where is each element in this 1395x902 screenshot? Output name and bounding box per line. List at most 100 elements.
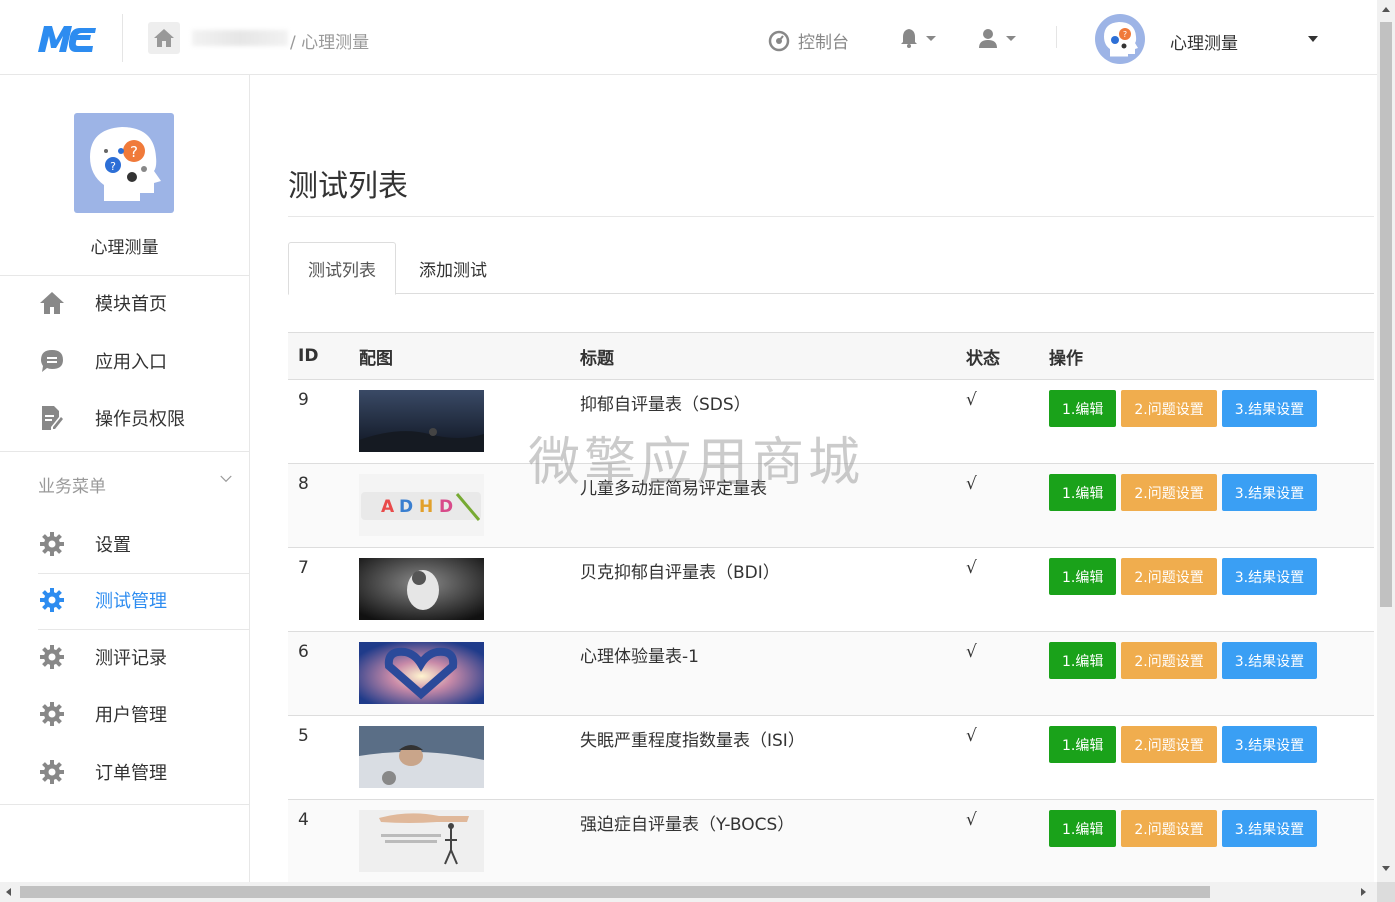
logo-icon[interactable] [36,22,100,56]
row-status: √ [956,463,1039,548]
section-label: 业务菜单 [38,477,106,497]
question-settings-button[interactable]: 2.问题设置 [1121,642,1217,679]
row-title: 心理体验量表-1 [570,631,956,716]
column-header: 状态 [956,332,1039,380]
result-settings-button[interactable]: 3.结果设置 [1221,474,1318,511]
row-status: √ [956,715,1039,800]
breadcrumb-blurred [192,30,288,46]
scroll-right-icon[interactable] [1361,888,1366,896]
sidebar-item-settings[interactable]: 设置 [0,516,249,572]
bell-icon [901,29,917,48]
row-image [349,631,570,716]
sidebar-item-users[interactable]: 用户管理 [0,686,249,742]
svg-text:?: ? [110,160,116,173]
row-actions: 1.编辑 2.问题设置 3.结果设置 [1039,379,1374,464]
user-name[interactable]: 心理测量 [1170,29,1238,54]
table-header-row: ID 配图 标题 状态 操作 [288,332,1374,380]
row-title: 强迫症自评量表（Y-BOCS） [570,799,956,884]
question-settings-button[interactable]: 2.问题设置 [1121,726,1217,763]
user-icon [979,29,997,48]
gear-icon [38,586,66,614]
result-settings-button[interactable]: 3.结果设置 [1221,558,1318,595]
row-image [349,547,570,632]
home-icon [38,289,66,317]
dashboard-icon [768,30,790,51]
edit-button[interactable]: 1.编辑 [1049,642,1117,679]
sad-person-image [359,558,484,620]
test-table: ID 配图 标题 状态 操作 9 抑郁自评量表（SDS） √ 1.编辑 2.问题… [288,332,1374,884]
edit-button[interactable]: 1.编辑 [1049,810,1117,847]
result-settings-button[interactable]: 3.结果设置 [1221,726,1318,763]
row-image: A D H D [349,463,570,548]
row-title: 抑郁自评量表（SDS） [570,379,956,464]
scroll-up-icon[interactable] [1382,7,1390,12]
user-dropdown[interactable] [978,28,1016,48]
home-button[interactable] [148,22,180,54]
tab-test-list[interactable]: 测试列表 [288,242,396,295]
svg-text:?: ? [1123,30,1127,39]
edit-button[interactable]: 1.编辑 [1049,558,1117,595]
chevron-down-icon[interactable] [1308,36,1318,42]
question-settings-button[interactable]: 2.问题设置 [1121,810,1217,847]
sidebar-item-label: 应用入口 [95,352,167,373]
row-actions: 1.编辑 2.问题设置 3.结果设置 [1039,715,1374,800]
sidebar-item-label: 测评记录 [95,648,167,669]
question-settings-button[interactable]: 2.问题设置 [1121,558,1217,595]
sidebar-item-label: 用户管理 [95,705,167,726]
table-row: 5 失眠严重程度指数量表（ISI） √ 1.编辑 2.问题设置 3.结果设置 [288,715,1374,800]
sidebar-item-permissions[interactable]: 操作员权限 [0,390,249,446]
result-settings-button[interactable]: 3.结果设置 [1221,390,1318,427]
svg-text:A: A [381,497,395,517]
table-row: 9 抑郁自评量表（SDS） √ 1.编辑 2.问题设置 3.结果设置 [288,379,1374,464]
tab-bar: 测试列表 添加测试 [288,242,1374,295]
chevron-down-icon[interactable] [220,473,232,485]
row-id: 8 [288,463,349,548]
sidebar-item-label: 操作员权限 [95,409,185,430]
table-row: 4 强迫症自评量表（Y-BOCS） √ 1.编辑 2.问题设置 3.结果设置 [288,799,1374,884]
row-id: 9 [288,379,349,464]
scrollbar-thumb[interactable] [1380,22,1392,607]
header-divider [1056,26,1057,48]
horizontal-scrollbar[interactable] [0,882,1377,902]
sidebar-item-orders[interactable]: 订单管理 [0,744,249,800]
scroll-down-icon[interactable] [1382,866,1390,871]
table-row: 8 A D H D 儿童多动症简易评定量表 √ 1.编辑 2.问题设置 3.结果… [288,463,1374,548]
question-settings-button[interactable]: 2.问题设置 [1121,390,1217,427]
vertical-scrollbar[interactable] [1377,0,1395,882]
svg-text:D: D [439,497,453,517]
scrollbar-thumb[interactable] [20,886,1210,898]
question-settings-button[interactable]: 2.问题设置 [1121,474,1217,511]
scroll-left-icon[interactable] [6,888,11,896]
edit-doc-icon [38,404,66,432]
console-link[interactable]: 控制台 [768,28,849,53]
module-avatar: ? ? [74,113,174,213]
svg-text:H: H [419,497,433,517]
result-settings-button[interactable]: 3.结果设置 [1221,642,1318,679]
edit-button[interactable]: 1.编辑 [1049,390,1117,427]
row-status: √ [956,379,1039,464]
sidebar-item-test-management[interactable]: 测试管理 [0,572,249,628]
edit-button[interactable]: 1.编辑 [1049,474,1117,511]
sidebar-item-home[interactable]: 模块首页 [0,275,249,331]
row-image [349,379,570,464]
sidebar-item-entry[interactable]: 应用入口 [0,333,249,389]
row-title: 贝克抑郁自评量表（BDI） [570,547,956,632]
sidebar-item-records[interactable]: 测评记录 [0,629,249,685]
row-image [349,715,570,800]
gear-icon [38,643,66,671]
page-title: 测试列表 [288,169,408,204]
row-actions: 1.编辑 2.问题设置 3.结果设置 [1039,631,1374,716]
row-actions: 1.编辑 2.问题设置 3.结果设置 [1039,463,1374,548]
chevron-down-icon [1006,35,1016,41]
gear-icon [38,530,66,558]
result-settings-button[interactable]: 3.结果设置 [1221,810,1318,847]
edit-button[interactable]: 1.编辑 [1049,726,1117,763]
breadcrumb: / 心理测量 [290,33,370,53]
row-title: 儿童多动症简易评定量表 [570,463,956,548]
tab-add-test[interactable]: 添加测试 [400,242,506,294]
row-status: √ [956,547,1039,632]
avatar[interactable]: ? [1095,14,1145,64]
table-row: 7 贝克抑郁自评量表（BDI） √ 1.编辑 2.问题设置 3.结果设置 [288,547,1374,632]
notification-dropdown[interactable] [900,28,936,48]
heart-hands-image [359,642,484,704]
